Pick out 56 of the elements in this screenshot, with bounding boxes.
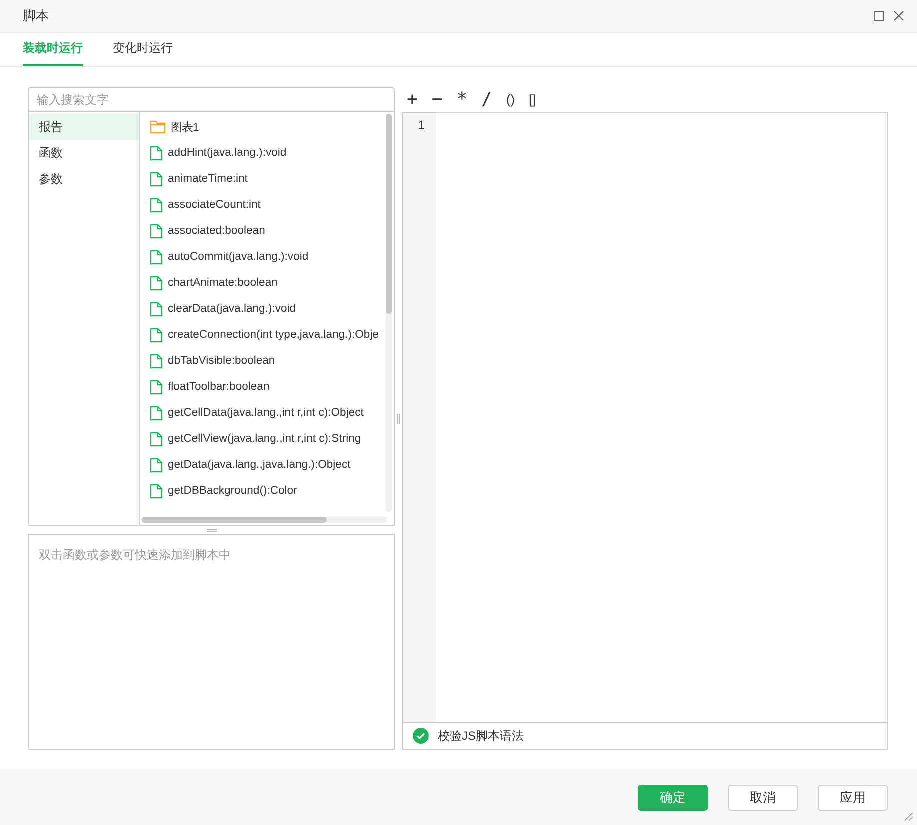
- code-editor[interactable]: 1 校验JS脚本语法: [402, 112, 888, 750]
- category-item[interactable]: 参数: [29, 166, 139, 192]
- member-item[interactable]: dbTabVisible:boolean: [168, 355, 276, 367]
- tab[interactable]: 变化时运行: [113, 33, 173, 66]
- member-item[interactable]: getCellData(java.lang.,int r,int c):Object: [168, 407, 364, 419]
- member-item[interactable]: createConnection(int type,java.lang.):Obje: [168, 329, 379, 341]
- category-item[interactable]: 函数: [29, 140, 139, 166]
- member-item[interactable]: addHint(java.lang.):void: [168, 147, 287, 159]
- member-item[interactable]: chartAnimate:boolean: [168, 277, 278, 289]
- member-item[interactable]: getDBBackground():Color: [168, 485, 298, 497]
- document-icon: [150, 198, 163, 212]
- document-icon: [150, 354, 163, 368]
- member-item[interactable]: 图表1: [171, 120, 200, 134]
- operator-button[interactable]: −: [426, 89, 448, 110]
- operator-button[interactable]: *: [452, 89, 473, 110]
- member-item[interactable]: associateCount:int: [168, 199, 261, 211]
- document-icon: [150, 224, 163, 238]
- hint-text: 双击函数或参数可快速添加到脚本中: [39, 548, 231, 562]
- member-item[interactable]: clearData(java.lang.):void: [168, 303, 296, 315]
- document-icon: [150, 458, 163, 472]
- document-icon: [150, 250, 163, 264]
- splitter-handle[interactable]: [206, 528, 216, 532]
- member-item[interactable]: associated:boolean: [168, 225, 266, 237]
- member-item[interactable]: getData(java.lang.,java.lang.):Object: [168, 459, 351, 471]
- member-item[interactable]: animateTime:int: [168, 173, 248, 185]
- member-item[interactable]: autoCommit(java.lang.):void: [168, 251, 309, 263]
- close-icon[interactable]: [893, 10, 905, 22]
- document-icon: [150, 484, 163, 498]
- operator-button[interactable]: []: [524, 92, 542, 107]
- validate-label: 校验JS脚本语法: [438, 728, 524, 744]
- operator-button[interactable]: /: [476, 89, 498, 110]
- document-icon: [150, 302, 163, 316]
- member-item[interactable]: floatToolbar:boolean: [168, 381, 270, 393]
- document-icon: [150, 276, 163, 290]
- folder-icon: [150, 120, 166, 134]
- dialog-button[interactable]: 应用: [818, 784, 888, 810]
- scrollbar[interactable]: [142, 517, 387, 523]
- maximize-icon[interactable]: [873, 10, 885, 22]
- document-icon: [150, 172, 163, 186]
- search-field[interactable]: 输入搜索文字: [28, 87, 395, 112]
- member-item[interactable]: getCellView(java.lang.,int r,int c):String: [168, 433, 362, 445]
- document-icon: [150, 146, 163, 160]
- window-title: 脚本: [23, 7, 50, 25]
- document-icon: [150, 406, 163, 420]
- resize-grip-icon[interactable]: [902, 810, 914, 822]
- document-icon: [150, 328, 163, 342]
- document-icon: [150, 380, 163, 394]
- dialog-button[interactable]: 取消: [728, 784, 798, 810]
- operator-button[interactable]: +: [402, 89, 423, 110]
- splitter-handle[interactable]: [397, 414, 400, 424]
- operator-button[interactable]: (): [501, 92, 520, 107]
- line-number: 1: [417, 117, 426, 134]
- check-icon[interactable]: [413, 728, 429, 744]
- category-item[interactable]: 报告: [29, 114, 139, 140]
- document-icon: [150, 432, 163, 446]
- scrollbar[interactable]: [386, 114, 392, 512]
